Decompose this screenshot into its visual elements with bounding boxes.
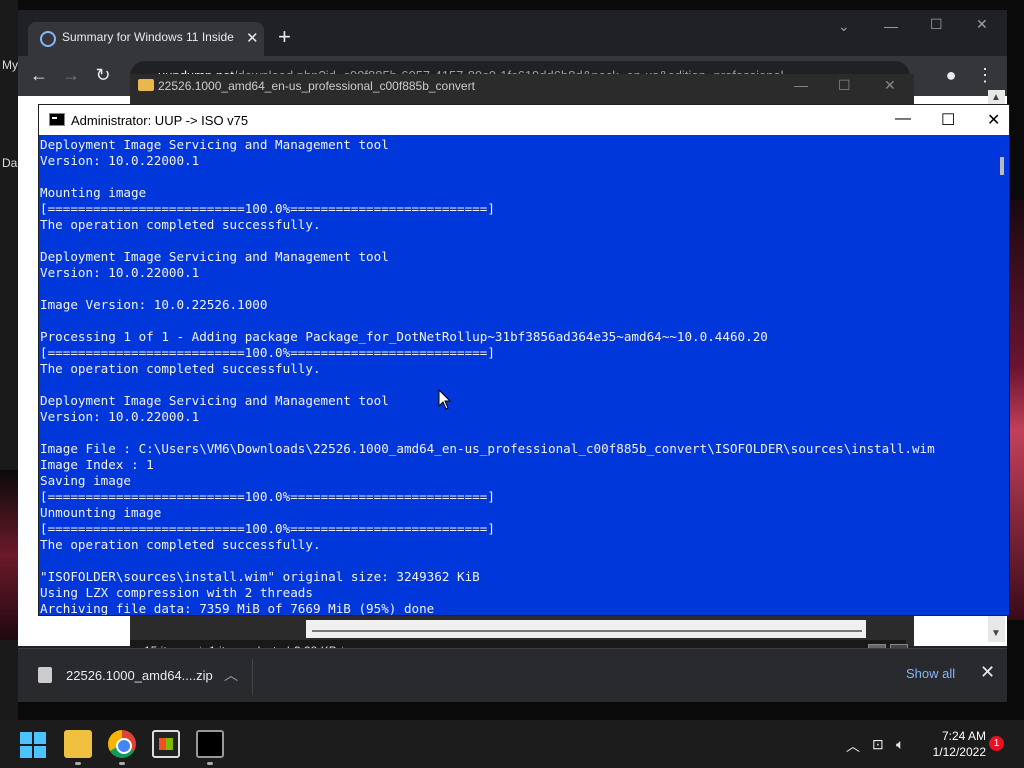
- download-shelf: 22526.1000_amd64....zip ︿ Show all ✕: [18, 648, 1007, 702]
- download-item[interactable]: 22526.1000_amd64....zip: [66, 668, 213, 683]
- minimize-icon[interactable]: —: [884, 18, 898, 34]
- mouse-pointer-icon: [438, 389, 452, 410]
- running-indicator: [75, 762, 81, 765]
- running-indicator: [119, 762, 125, 765]
- volume-icon[interactable]: 🔈︎: [896, 736, 904, 753]
- console-line: [==========================100.0%=======…: [40, 201, 495, 216]
- console-line: Archiving file data: 7359 MiB of 7669 Mi…: [40, 601, 435, 615]
- notification-badge[interactable]: 1: [989, 736, 1004, 751]
- tab-close-icon[interactable]: ✕: [246, 29, 259, 47]
- close-icon[interactable]: ✕: [987, 110, 1000, 130]
- cmd-window: Administrator: UUP -> ISO v75 — ☐ ✕ Depl…: [38, 104, 1010, 616]
- chrome-tab[interactable]: Summary for Windows 11 Insider ✕: [28, 22, 264, 56]
- console-line: Deployment Image Servicing and Managemen…: [40, 249, 389, 264]
- explorer-title: 22526.1000_amd64_en-us_professional_c00f…: [158, 79, 475, 93]
- console-line: Processing 1 of 1 - Adding package Packa…: [40, 329, 768, 344]
- new-tab-icon[interactable]: +: [278, 24, 291, 50]
- scroll-thumb[interactable]: [1000, 157, 1004, 175]
- desktop-icon-label[interactable]: My: [2, 58, 18, 72]
- maximize-icon[interactable]: ☐: [930, 16, 943, 33]
- show-all-button[interactable]: Show all: [906, 666, 955, 681]
- console-scrollbar[interactable]: [997, 137, 1009, 615]
- folder-icon: [138, 79, 154, 91]
- cmd-title-bar: Administrator: UUP -> ISO v75 — ☐ ✕: [39, 105, 1009, 135]
- console-line: Image File : C:\Users\VM6\Downloads\2252…: [40, 441, 935, 456]
- back-icon[interactable]: ←: [26, 62, 52, 88]
- terminal-icon: [49, 113, 65, 126]
- chrome-tab-bar: Summary for Windows 11 Insider ✕ + ⌄ — ☐…: [18, 10, 1007, 56]
- close-icon[interactable]: ✕: [884, 77, 896, 94]
- start-icon[interactable]: [20, 732, 46, 758]
- scroll-down-icon[interactable]: ▼: [991, 628, 1001, 639]
- desktop-icon-label[interactable]: Da: [2, 156, 17, 170]
- explorer-horizontal-scrollbar[interactable]: [306, 620, 866, 638]
- console-line: Version: 10.0.22000.1: [40, 153, 200, 168]
- close-icon[interactable]: ✕: [980, 662, 995, 683]
- taskbar: ︿ ⊡ 🔈︎ 7:24 AM 1/12/2022 1: [0, 720, 1024, 768]
- terminal-icon[interactable]: [196, 730, 224, 758]
- tab-favicon-icon: [40, 31, 56, 47]
- minimize-icon[interactable]: —: [794, 77, 808, 93]
- scroll-up-icon[interactable]: ▲: [991, 92, 1001, 103]
- chevron-up-icon[interactable]: ︿: [846, 736, 860, 756]
- console-line: Deployment Image Servicing and Managemen…: [40, 137, 389, 152]
- forward-icon[interactable]: →: [58, 62, 84, 88]
- clock-date: 1/12/2022: [932, 745, 986, 759]
- close-icon[interactable]: ✕: [976, 16, 988, 33]
- maximize-icon[interactable]: ☐: [838, 77, 851, 94]
- reload-icon[interactable]: ↻: [90, 62, 116, 88]
- store-icon[interactable]: [152, 730, 180, 758]
- cmd-title: Administrator: UUP -> ISO v75: [71, 113, 249, 128]
- console-line: Version: 10.0.22000.1: [40, 409, 200, 424]
- chevron-up-icon[interactable]: ︿: [224, 665, 238, 685]
- menu-icon[interactable]: ⋮: [972, 62, 998, 88]
- console-line: Using LZX compression with 2 threads: [40, 585, 313, 600]
- scroll-thumb[interactable]: [312, 630, 862, 632]
- console-line: Saving image: [40, 473, 131, 488]
- console-line: The operation completed successfully.: [40, 537, 321, 552]
- console-line: Unmounting image: [40, 505, 162, 520]
- console-line: [==========================100.0%=======…: [40, 489, 495, 504]
- console-line: [==========================100.0%=======…: [40, 521, 495, 536]
- clock-time: 7:24 AM: [941, 729, 986, 743]
- console-output[interactable]: Deployment Image Servicing and Managemen…: [39, 137, 999, 615]
- chevron-down-icon[interactable]: ⌄: [838, 18, 850, 35]
- console-line: Image Index : 1: [40, 457, 154, 472]
- minimize-icon[interactable]: —: [895, 110, 911, 128]
- console-line: The operation completed successfully.: [40, 361, 321, 376]
- clock[interactable]: 7:24 AM 1/12/2022: [920, 728, 986, 760]
- file-explorer-icon[interactable]: [64, 730, 92, 758]
- console-line: Image Version: 10.0.22526.1000: [40, 297, 268, 312]
- chrome-icon[interactable]: [108, 730, 136, 758]
- console-line: [==========================100.0%=======…: [40, 345, 495, 360]
- maximize-icon[interactable]: ☐: [941, 110, 955, 130]
- console-line: The operation completed successfully.: [40, 217, 321, 232]
- desktop-wallpaper: [0, 470, 18, 640]
- console-line: Mounting image: [40, 185, 147, 200]
- console-line: Version: 10.0.22000.1: [40, 265, 200, 280]
- zip-file-icon: [38, 667, 52, 683]
- network-icon[interactable]: ⊡: [872, 736, 884, 753]
- console-line: "ISOFOLDER\sources\install.wim" original…: [40, 569, 480, 584]
- console-line: Deployment Image Servicing and Managemen…: [40, 393, 389, 408]
- profile-icon[interactable]: ●: [938, 62, 964, 88]
- divider: [252, 659, 253, 695]
- running-indicator: [207, 762, 213, 765]
- explorer-title-bar: 22526.1000_amd64_en-us_professional_c00f…: [130, 74, 914, 98]
- tab-title: Summary for Windows 11 Insider: [62, 30, 234, 44]
